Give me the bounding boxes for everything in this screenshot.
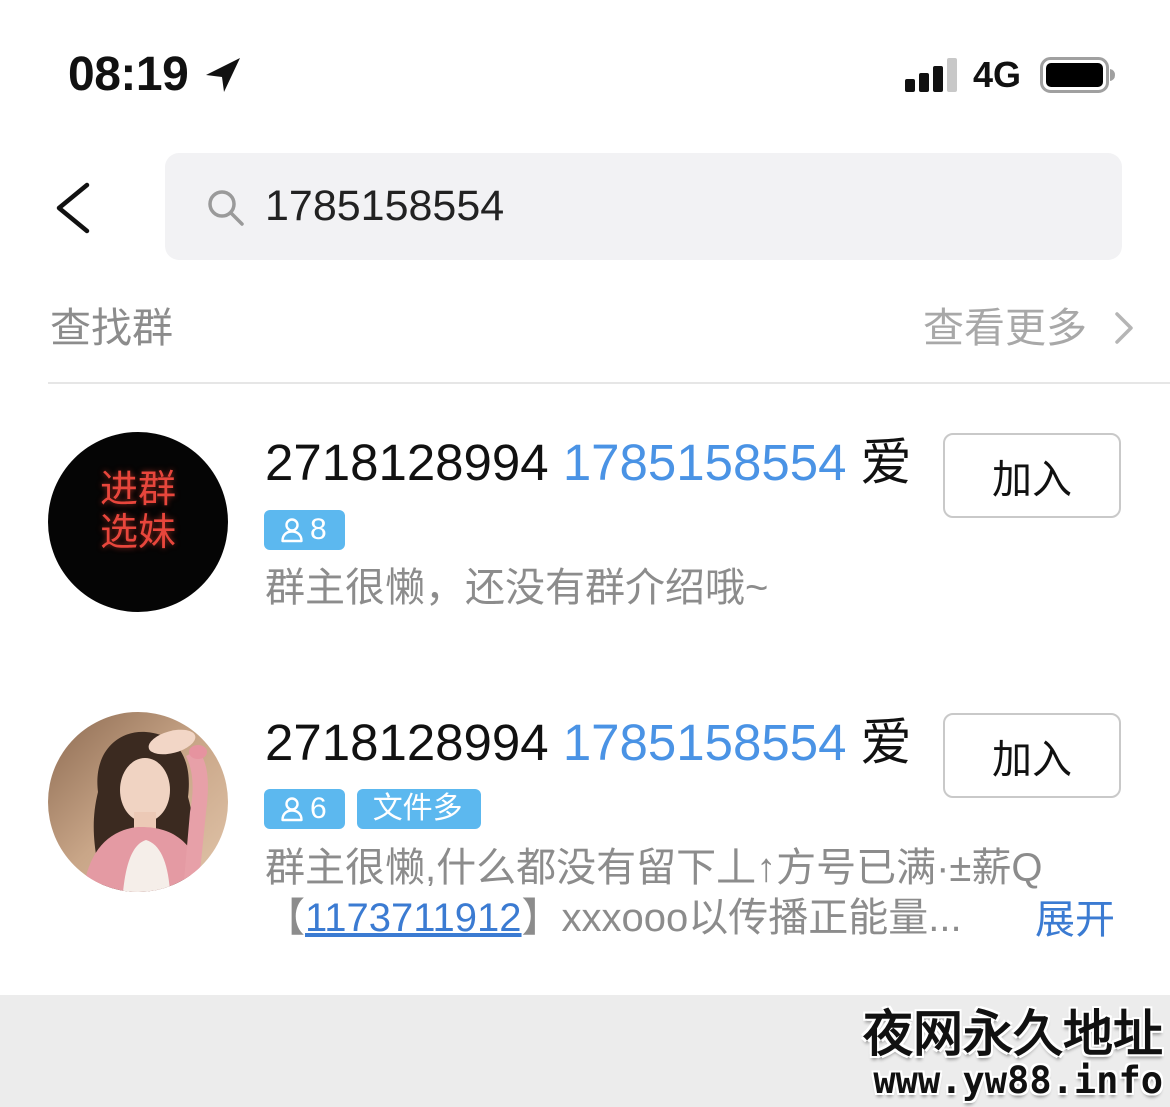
watermark-title: 夜网永久地址 [863, 1006, 1163, 1062]
member-count-badge: 6 [264, 789, 345, 829]
avatar-text-line: 进群 [99, 469, 176, 511]
back-button[interactable] [52, 180, 96, 236]
search-bar[interactable] [165, 153, 1122, 260]
chevron-right-icon [1113, 310, 1135, 346]
expand-link[interactable]: 展开 [1035, 894, 1115, 946]
chevron-left-icon [52, 180, 96, 236]
description-rest: 】xxxooo以传播正能量... [521, 896, 962, 940]
group-name-suffix: 爱 [860, 714, 912, 771]
group-tag-badge: 文件多 [356, 789, 481, 829]
watermark-url: www.yw88.info [873, 1059, 1163, 1102]
view-more-link[interactable]: 查看更多 [923, 302, 1135, 354]
group-description-line1: 群主很懒,什么都没有留下丄↑方号已满·±薪Q [265, 846, 1043, 890]
group-description-line2: 【1173711912】xxxooo以传播正能量... [265, 892, 1015, 944]
member-count: 8 [310, 513, 327, 546]
description-bracket-open: 【 [265, 896, 305, 940]
view-more-label: 查看更多 [923, 305, 1087, 351]
description-number-link[interactable]: 1173711912 [305, 896, 522, 940]
group-name: 2718128994 1785158554 爱 [265, 431, 912, 495]
group-description: 群主很懒，还没有群介绍哦~ [265, 566, 769, 610]
person-icon [280, 517, 304, 543]
group-result-row[interactable]: 进群 选妹 2718128994 1785158554 爱 8 群主很懒，还没有… [0, 400, 1170, 660]
section-divider [48, 382, 1170, 384]
group-avatar [48, 712, 228, 892]
group-name-prefix: 2718128994 [265, 714, 549, 771]
group-avatar-photo [48, 712, 228, 892]
member-count: 6 [310, 792, 327, 825]
status-time: 08:19 [68, 48, 189, 101]
location-arrow-icon [204, 56, 242, 94]
battery-icon [1040, 57, 1118, 93]
group-avatar-text: 进群 选妹 [48, 469, 228, 555]
signal-icon [905, 57, 959, 93]
group-name-match: 1785158554 [562, 434, 847, 491]
search-icon [207, 189, 245, 227]
member-count-badge: 8 [264, 510, 345, 550]
group-name: 2718128994 1785158554 爱 [265, 711, 912, 775]
group-badges: 6 文件多 [264, 789, 481, 829]
person-icon [280, 796, 304, 822]
group-avatar: 进群 选妹 [48, 432, 228, 612]
join-button[interactable]: 加入 [943, 713, 1121, 798]
group-name-match: 1785158554 [562, 714, 847, 771]
group-name-prefix: 2718128994 [265, 434, 549, 491]
group-badges: 8 [264, 510, 345, 550]
group-name-suffix: 爱 [860, 434, 912, 491]
section-title: 查找群 [50, 305, 173, 351]
join-button[interactable]: 加入 [943, 433, 1121, 518]
search-input[interactable] [265, 153, 1095, 260]
network-type: 4G [973, 54, 1022, 95]
avatar-text-line: 选妹 [99, 512, 176, 554]
group-result-row[interactable]: 2718128994 1785158554 爱 6 文件多 群主很懒,什么都没有… [0, 680, 1170, 980]
